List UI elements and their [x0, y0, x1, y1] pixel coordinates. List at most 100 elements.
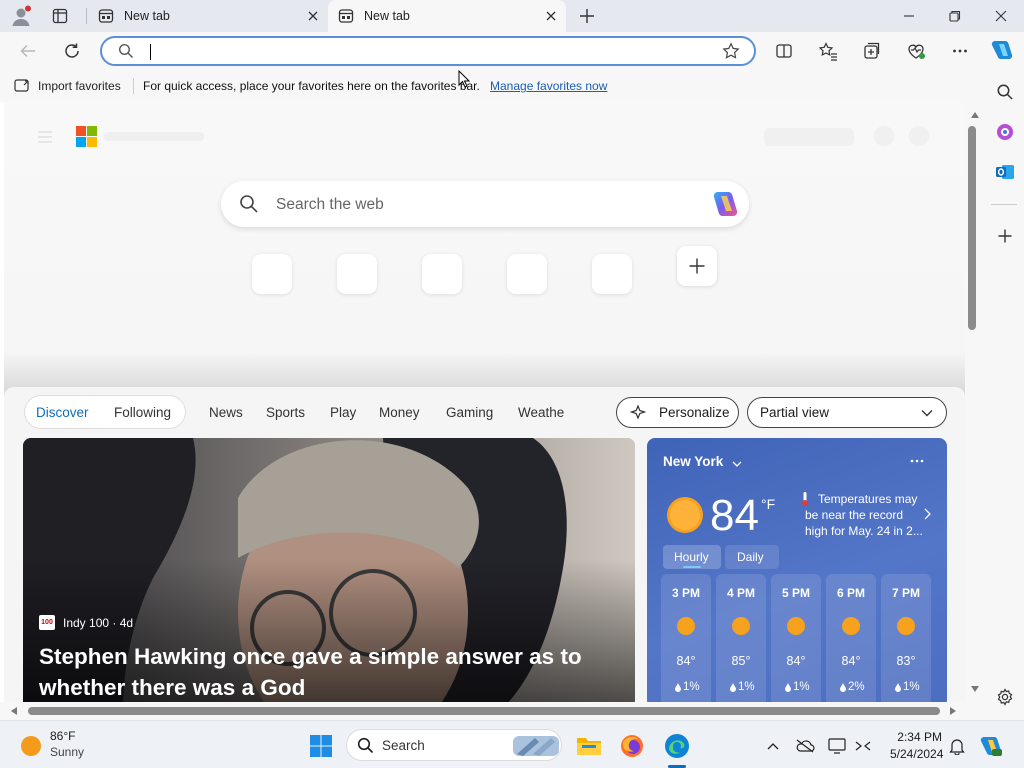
- scroll-down-arrow-icon[interactable]: [971, 686, 979, 692]
- search-highlight-icon: [513, 732, 559, 758]
- tab-weather[interactable]: Weathe: [518, 405, 564, 420]
- network-icon[interactable]: [848, 731, 878, 761]
- address-bar[interactable]: [100, 36, 756, 66]
- more-options-icon[interactable]: [909, 458, 925, 464]
- tab-following[interactable]: Following: [114, 405, 171, 420]
- profile-avatar-icon[interactable]: [10, 5, 32, 27]
- tab-new-tab-1[interactable]: New tab: [88, 0, 328, 32]
- more-options-icon[interactable]: [948, 39, 972, 63]
- scroll-right-arrow-icon[interactable]: [950, 707, 956, 715]
- tab-actions-icon[interactable]: [52, 8, 68, 24]
- windows-taskbar: 86°F Sunny Search 2:34 PM 5/24/2024: [0, 720, 1024, 768]
- tab-hourly-label: Hourly: [674, 550, 709, 564]
- split-screen-icon[interactable]: [772, 39, 796, 63]
- new-tab-plus-icon[interactable]: [578, 7, 596, 25]
- close-window-button[interactable]: [978, 0, 1024, 32]
- microsoft-logo-icon[interactable]: [76, 126, 97, 147]
- taskbar-search-box[interactable]: Search: [346, 729, 562, 761]
- tab-news[interactable]: News: [209, 405, 243, 420]
- back-arrow-icon[interactable]: [16, 39, 40, 63]
- scroll-left-arrow-icon[interactable]: [11, 707, 17, 715]
- clock[interactable]: 2:34 PM 5/24/2024: [890, 730, 943, 761]
- sidebar-search-icon[interactable]: [993, 80, 1017, 104]
- forecast-precip: 1%: [683, 681, 700, 693]
- import-favorites-link[interactable]: Import favorites: [38, 79, 121, 93]
- sun-icon: [20, 735, 42, 757]
- taskbar-weather-widget[interactable]: 86°F Sunny: [10, 725, 120, 765]
- horizontal-scrollbar[interactable]: [0, 702, 985, 720]
- favorites-separator: [133, 78, 134, 94]
- tab-new-tab-2[interactable]: New tab: [328, 0, 566, 32]
- refresh-icon[interactable]: [60, 39, 84, 63]
- hourly-forecast-item[interactable]: 3 PM 84° 1%: [661, 574, 711, 702]
- chevron-right-icon[interactable]: [923, 508, 931, 520]
- tab-discover[interactable]: Discover: [36, 405, 89, 420]
- browser-essentials-icon[interactable]: [904, 39, 928, 63]
- close-tab-icon[interactable]: [544, 9, 558, 23]
- tab-money[interactable]: Money: [379, 405, 420, 420]
- sidebar-settings-icon[interactable]: [993, 685, 1017, 709]
- add-quick-link-button[interactable]: [677, 246, 717, 286]
- copilot-taskbar-icon[interactable]: [976, 731, 1006, 761]
- tab-play[interactable]: Play: [330, 405, 356, 420]
- favorite-star-icon[interactable]: [722, 42, 740, 60]
- import-favorites-icon[interactable]: [14, 78, 32, 94]
- copilot-icon[interactable]: [990, 38, 1014, 62]
- quick-link-tile[interactable]: [252, 254, 292, 294]
- chevron-down-icon[interactable]: [731, 458, 743, 470]
- manage-favorites-link[interactable]: Manage favorites now: [490, 79, 607, 93]
- temperature-unit[interactable]: °F: [761, 496, 775, 512]
- notifications-bell-icon[interactable]: [942, 731, 972, 761]
- scroll-up-arrow-icon[interactable]: [971, 112, 979, 118]
- vertical-scroll-thumb[interactable]: [968, 126, 976, 330]
- apps-launcher-icon[interactable]: [38, 131, 52, 143]
- hourly-forecast-item[interactable]: 5 PM 84° 1%: [771, 574, 821, 702]
- hero-article-card[interactable]: 100 Indy 100 · 4d Stephen Hawking once g…: [23, 438, 635, 702]
- taskbar-search-label: Search: [382, 738, 425, 753]
- weather-alert[interactable]: Temperatures may be near the record high…: [805, 491, 928, 539]
- address-input[interactable]: [148, 43, 708, 61]
- office-icon[interactable]: [993, 120, 1017, 144]
- weather-location[interactable]: New York: [663, 454, 723, 469]
- outlook-icon[interactable]: [993, 160, 1017, 184]
- hourly-forecast-item[interactable]: 7 PM 83° 1%: [881, 574, 931, 702]
- hourly-forecast-item[interactable]: 4 PM 85° 1%: [716, 574, 766, 702]
- current-temperature: 84: [710, 491, 759, 540]
- header-weather-widget[interactable]: [764, 128, 854, 146]
- quick-link-tile[interactable]: [507, 254, 547, 294]
- page-settings-icon[interactable]: [909, 126, 929, 146]
- edge-taskbar-icon[interactable]: [662, 731, 692, 761]
- favorites-icon[interactable]: [816, 39, 840, 63]
- collections-icon[interactable]: [860, 39, 884, 63]
- file-explorer-icon[interactable]: [574, 731, 604, 761]
- rewards-icon[interactable]: [874, 126, 894, 146]
- tab-daily[interactable]: Daily: [725, 545, 779, 569]
- quick-link-tile[interactable]: [422, 254, 462, 294]
- tab-hourly[interactable]: Hourly: [663, 545, 721, 569]
- weather-card[interactable]: New York 84 °F Temperatures may be near …: [647, 438, 947, 702]
- personalize-button[interactable]: Personalize: [616, 397, 739, 428]
- add-sidebar-app-icon[interactable]: [993, 224, 1017, 248]
- horizontal-scroll-thumb[interactable]: [28, 707, 940, 715]
- close-tab-icon[interactable]: [306, 9, 320, 23]
- restore-button[interactable]: [932, 0, 978, 32]
- onedrive-offline-icon[interactable]: [790, 731, 820, 761]
- raindrop-icon: [730, 683, 736, 692]
- forecast-time: 4 PM: [726, 586, 755, 600]
- tab-gaming[interactable]: Gaming: [446, 405, 493, 420]
- windows-start-button[interactable]: [306, 731, 336, 761]
- firefox-icon[interactable]: [617, 731, 647, 761]
- mouse-cursor-icon: [458, 70, 470, 88]
- web-search-box[interactable]: Search the web: [221, 181, 749, 227]
- view-mode-select[interactable]: Partial view: [747, 397, 947, 428]
- show-hidden-icons-icon[interactable]: [758, 731, 788, 761]
- quick-link-tile[interactable]: [592, 254, 632, 294]
- hourly-forecast-item[interactable]: 6 PM 84° 2%: [826, 574, 876, 702]
- quick-link-tile[interactable]: [337, 254, 377, 294]
- vertical-scrollbar[interactable]: [965, 102, 985, 702]
- copilot-icon[interactable]: [709, 190, 739, 218]
- sun-icon: [841, 616, 861, 636]
- article-headline[interactable]: Stephen Hawking once gave a simple answe…: [39, 641, 629, 702]
- tab-sports[interactable]: Sports: [266, 405, 305, 420]
- minimize-button[interactable]: [886, 0, 932, 32]
